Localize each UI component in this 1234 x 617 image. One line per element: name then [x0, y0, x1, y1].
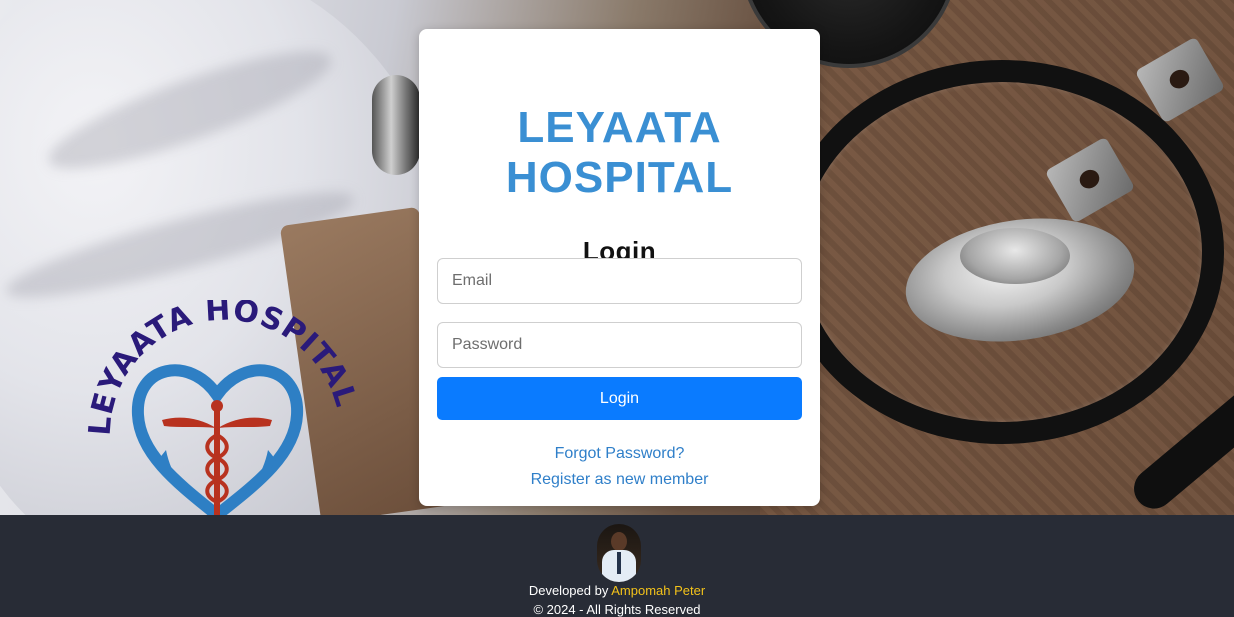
developer-name: Ampomah Peter: [611, 583, 706, 598]
right-wing: [218, 417, 272, 428]
password-input[interactable]: [437, 322, 802, 368]
login-card: LEYAATA HOSPITAL Login Login Forgot Pass…: [419, 29, 820, 506]
developer-avatar: [597, 524, 641, 582]
avatar-head: [611, 532, 627, 551]
caduceus-top: [211, 400, 223, 412]
email-input[interactable]: [437, 258, 802, 304]
developer-credit: Developed by Ampomah Peter: [0, 583, 1234, 599]
login-page: LEYAATA HOSPITAL LEYAATA HOSPITAL Login …: [0, 0, 1234, 617]
register-link[interactable]: Register as new member: [419, 470, 820, 490]
avatar-tie: [617, 552, 621, 574]
left-wing: [162, 417, 216, 428]
developed-by-label: Developed by: [528, 583, 609, 598]
logo-text: LEYAATA HOSPITAL: [83, 300, 364, 437]
hospital-name: LEYAATA HOSPITAL: [505, 103, 734, 202]
heart-hands-caduceus-logo-icon: LEYAATA HOSPITAL: [83, 300, 364, 515]
stethoscope-earpiece: [372, 75, 420, 175]
copyright-text: © 2024 - All Rights Reserved: [533, 602, 701, 617]
stethoscope-diaphragm: [960, 228, 1070, 284]
footer: Developed by Ampomah Peter © 2024 - All …: [0, 515, 1234, 617]
forgot-password-link[interactable]: Forgot Password?: [419, 444, 820, 464]
login-button[interactable]: Login: [437, 377, 802, 420]
hospital-logo: LEYAATA HOSPITAL: [80, 300, 370, 515]
